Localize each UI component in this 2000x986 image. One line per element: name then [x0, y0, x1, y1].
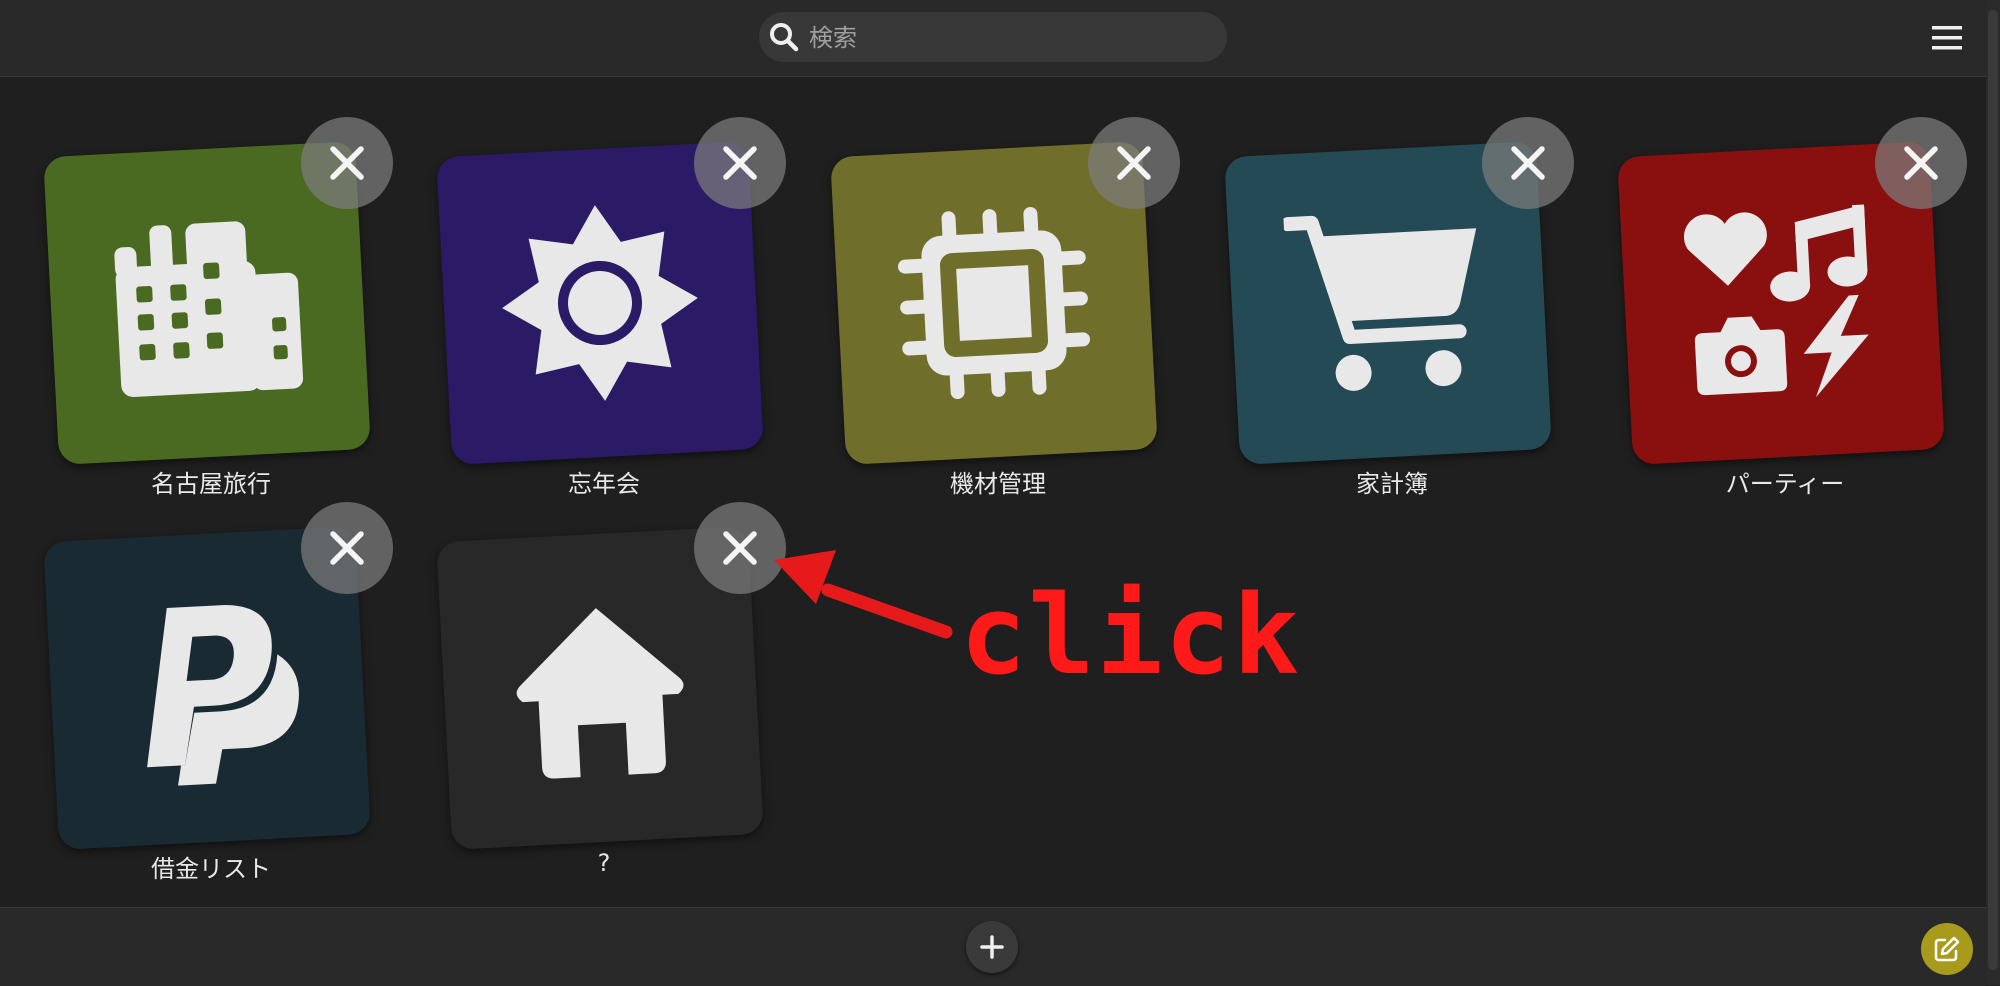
- tile-label: 借金リスト: [151, 855, 271, 883]
- search-input[interactable]: [807, 12, 1211, 64]
- party-icon: [1684, 204, 1869, 398]
- tile-household-budget: 家計簿: [1218, 117, 1598, 549]
- close-icon: [723, 531, 757, 565]
- tile-debt-list: 借金リスト: [37, 502, 417, 934]
- search-icon: [770, 23, 799, 52]
- delete-tile-button[interactable]: [1088, 117, 1180, 209]
- delete-tile-button[interactable]: [1482, 117, 1574, 209]
- close-icon: [723, 146, 757, 180]
- close-icon: [1117, 146, 1151, 180]
- scrollbar[interactable]: [1986, 0, 2000, 985]
- tile-party: パーティー: [1611, 117, 1991, 549]
- pencil-square-icon: [1934, 936, 1960, 962]
- chip-icon: [897, 206, 1091, 400]
- delete-tile-button[interactable]: [694, 117, 786, 209]
- paypal-icon: [147, 605, 299, 786]
- top-bar: [0, 0, 1986, 77]
- delete-tile-button[interactable]: [301, 502, 393, 594]
- tile-label: 機材管理: [950, 470, 1046, 498]
- bottom-bar: [0, 907, 1986, 986]
- tile-unknown: ?: [430, 502, 810, 934]
- close-icon: [330, 531, 364, 565]
- close-icon: [330, 146, 364, 180]
- tile-label: 忘年会: [568, 470, 640, 498]
- delete-tile-button[interactable]: [694, 502, 786, 594]
- edit-button[interactable]: [1921, 923, 1973, 975]
- add-button[interactable]: [966, 921, 1018, 973]
- sun-icon: [502, 205, 698, 401]
- close-icon: [1511, 146, 1545, 180]
- cart-icon: [1282, 215, 1477, 391]
- tile-label: パーティー: [1725, 470, 1845, 498]
- tile-label: 名古屋旅行: [151, 470, 271, 498]
- scrollbar-thumb[interactable]: [1988, 10, 1998, 970]
- tile-nagoya-trip: 名古屋旅行: [37, 117, 417, 549]
- delete-tile-button[interactable]: [1875, 117, 1967, 209]
- search-box[interactable]: [759, 12, 1227, 64]
- plus-icon: [980, 935, 1004, 959]
- tile-label: 家計簿: [1356, 470, 1428, 498]
- annotation-click-text: click: [960, 571, 1302, 699]
- hamburger-menu-icon[interactable]: [1930, 22, 1964, 54]
- building-icon: [114, 221, 304, 397]
- delete-tile-button[interactable]: [301, 117, 393, 209]
- close-icon: [1904, 146, 1938, 180]
- tile-year-end-party: 忘年会: [430, 117, 810, 549]
- home-icon: [516, 608, 684, 779]
- tile-label: ?: [597, 849, 611, 877]
- tile-equipment-management: 機材管理: [824, 117, 1204, 549]
